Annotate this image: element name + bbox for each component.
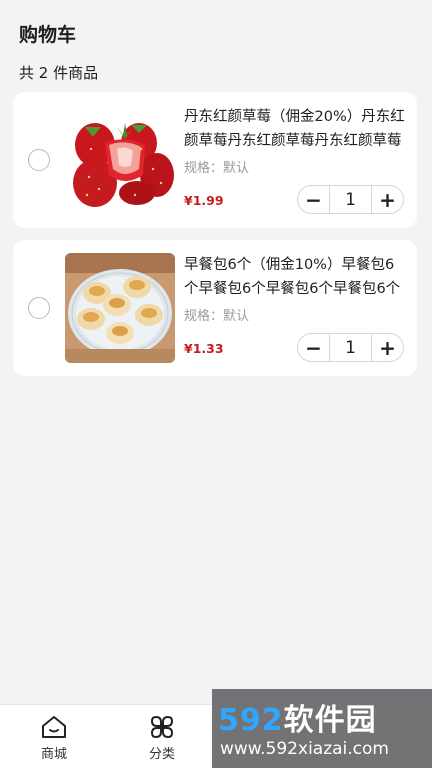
- home-icon: [42, 716, 66, 738]
- cart-item-card[interactable]: 丹东红颜草莓（佣金20%）丹东红颜草莓丹东红颜草莓丹东红颜草莓 规格：默认 ¥1…: [13, 92, 417, 228]
- select-item-radio[interactable]: [28, 297, 50, 319]
- product-spec: 规格：默认: [184, 161, 250, 176]
- product-name[interactable]: 丹东红颜草莓（佣金20%）丹东红颜草莓丹东红颜草莓丹东红颜草莓: [184, 105, 406, 153]
- increase-quantity-button[interactable]: +: [372, 186, 403, 213]
- product-image[interactable]: [65, 253, 175, 363]
- quantity-stepper: − 1 +: [297, 333, 404, 362]
- select-item-radio[interactable]: [28, 149, 50, 171]
- breakfast-buns-image: [65, 253, 175, 363]
- cart-item-card[interactable]: 早餐包6个（佣金10%）早餐包6个早餐包6个早餐包6个早餐包6个 规格：默认 ¥…: [13, 240, 417, 376]
- watermark-digits: 592: [218, 703, 284, 738]
- quantity-value[interactable]: 1: [329, 334, 372, 361]
- tab-home-label: 商城: [40, 747, 67, 762]
- product-spec: 规格：默认: [184, 309, 250, 324]
- product-price: ¥1.33: [184, 341, 224, 356]
- quantity-stepper: − 1 +: [297, 185, 404, 214]
- watermark-url: www.592xiazai.com: [220, 739, 389, 759]
- product-name[interactable]: 早餐包6个（佣金10%）早餐包6个早餐包6个早餐包6个早餐包6个: [184, 253, 406, 301]
- tab-category-label: 分类: [148, 747, 175, 762]
- tab-home[interactable]: 商城: [0, 705, 108, 769]
- tab-category[interactable]: 分类: [108, 705, 216, 769]
- quantity-value[interactable]: 1: [329, 186, 372, 213]
- cart-count: 共 2 件商品: [19, 64, 99, 82]
- decrease-quantity-button[interactable]: −: [298, 334, 329, 361]
- category-icon: [150, 715, 174, 739]
- decrease-quantity-button[interactable]: −: [298, 186, 329, 213]
- product-price: ¥1.99: [184, 193, 224, 208]
- increase-quantity-button[interactable]: +: [372, 334, 403, 361]
- watermark-logo: 592软件园 www.592xiazai.com: [212, 689, 432, 768]
- product-image[interactable]: [65, 105, 175, 215]
- strawberry-image: [65, 105, 175, 215]
- page-title: 购物车: [19, 24, 77, 46]
- watermark-text: 软件园: [283, 703, 377, 738]
